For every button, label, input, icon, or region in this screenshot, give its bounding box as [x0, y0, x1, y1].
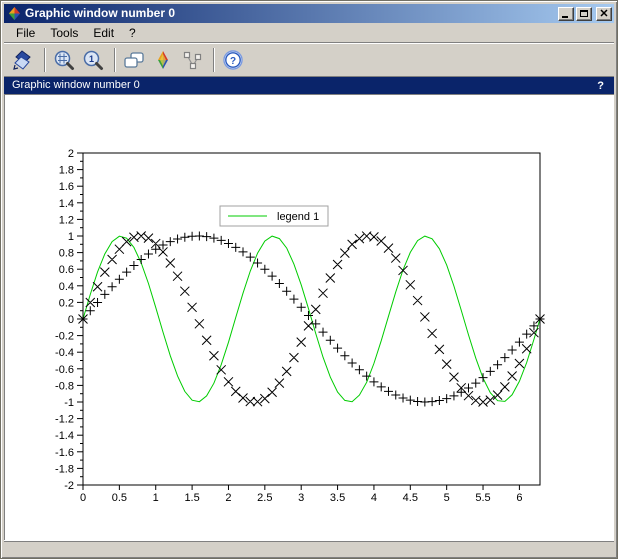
- graphics-editor-button[interactable]: [150, 47, 176, 73]
- minimize-button[interactable]: [558, 7, 574, 21]
- x-tick-label: 5.5: [475, 492, 490, 504]
- toolbar: 1: [4, 44, 614, 77]
- y-tick-label: -0.2: [55, 331, 74, 343]
- series-line: [83, 236, 540, 402]
- menu-edit[interactable]: Edit: [87, 24, 120, 42]
- svg-text:?: ?: [230, 56, 236, 67]
- close-icon: ✕: [599, 9, 608, 19]
- graphics-editor-icon: [152, 49, 174, 71]
- window-title: Graphic window number 0: [25, 4, 558, 23]
- x-tick-label: 3: [298, 492, 304, 504]
- x-tick-label: 2: [225, 492, 231, 504]
- toolbar-separator: [44, 48, 46, 72]
- toolbar-separator: [114, 48, 116, 72]
- title-bar: Graphic window number 0 ✕: [4, 4, 614, 23]
- app-icon: [7, 6, 22, 21]
- x-tick-label: 5: [444, 492, 450, 504]
- copy-icon: [123, 49, 145, 71]
- graph-nodes-button[interactable]: [179, 47, 205, 73]
- y-tick-label: -1.2: [55, 414, 74, 426]
- copy-button[interactable]: [121, 47, 147, 73]
- zoom-area-button[interactable]: [51, 47, 77, 73]
- y-tick-label: 1: [68, 231, 74, 243]
- y-tick-label: 1.6: [59, 181, 74, 193]
- y-tick-label: 0.6: [59, 264, 74, 276]
- info-bar-text: Graphic window number 0: [12, 77, 595, 94]
- y-tick-label: -0.4: [55, 347, 74, 359]
- plot-area: 0 0.5 1 1.5 2 2.5 3 3.5 4 4.5 5 5.5 6 2 1.8 1.6 1.4 1.2 1 0…: [5, 95, 614, 540]
- plot-canvas: 0 0.5 1 1.5 2 2.5 3 3.5 4 4.5 5 5.5 6 2 1.8 1.6 1.4 1.2 1 0…: [4, 94, 614, 540]
- graphic-window: Graphic window number 0 ✕ File Tools Edi…: [0, 0, 618, 559]
- maximize-icon: [580, 10, 588, 17]
- help-button[interactable]: ?: [220, 47, 246, 73]
- x-tick-label: 2.5: [257, 492, 272, 504]
- y-tick-label: 0.4: [59, 281, 74, 293]
- info-bar-help[interactable]: ?: [595, 80, 606, 92]
- x-tick-label: 1.5: [184, 492, 199, 504]
- maximize-button[interactable]: [576, 7, 592, 21]
- x-tick-label: 6: [516, 492, 522, 504]
- x-tick-label: 3.5: [330, 492, 345, 504]
- y-tick-label: -1.8: [55, 463, 74, 475]
- y-tick-label: 0: [68, 314, 74, 326]
- y-tick-label: -2: [64, 480, 74, 492]
- y-tick-label: -1.4: [55, 430, 74, 442]
- status-bar: [4, 540, 614, 555]
- graph-nodes-icon: [181, 49, 203, 71]
- toolbar-separator: [213, 48, 215, 72]
- x-tick-label: 1: [153, 492, 159, 504]
- x-tick-label: 0.5: [112, 492, 127, 504]
- x-tick-label: 0: [80, 492, 86, 504]
- x-tick-label: 4: [371, 492, 377, 504]
- x-tick-label: 4.5: [403, 492, 418, 504]
- rotate-button[interactable]: [10, 47, 36, 73]
- zoom-reset-icon: 1: [82, 49, 104, 71]
- menu-tools[interactable]: Tools: [44, 24, 84, 42]
- rotate-icon: [12, 49, 34, 71]
- zoom-area-icon: [53, 49, 75, 71]
- y-tick-label: -1.6: [55, 447, 74, 459]
- y-tick-label: 1.2: [59, 214, 74, 226]
- menu-help[interactable]: ?: [123, 24, 142, 42]
- y-tick-label: -0.8: [55, 380, 74, 392]
- close-button[interactable]: ✕: [596, 7, 612, 21]
- y-tick-label: -0.6: [55, 364, 74, 376]
- y-tick-label: 1.8: [59, 165, 74, 177]
- svg-text:1: 1: [89, 54, 94, 64]
- y-tick-label: 0.8: [59, 248, 74, 260]
- y-tick-label: 1.4: [59, 198, 74, 210]
- y-tick-label: 2: [68, 148, 74, 160]
- info-bar: Graphic window number 0 ?: [4, 77, 614, 94]
- zoom-reset-button[interactable]: 1: [80, 47, 106, 73]
- menu-file[interactable]: File: [10, 24, 41, 42]
- minimize-icon: [562, 16, 568, 18]
- y-tick-label: -1: [64, 397, 74, 409]
- menu-bar: File Tools Edit ?: [4, 23, 614, 44]
- legend-label: legend 1: [277, 211, 319, 223]
- y-tick-label: 0.2: [59, 297, 74, 309]
- help-icon: ?: [222, 49, 244, 71]
